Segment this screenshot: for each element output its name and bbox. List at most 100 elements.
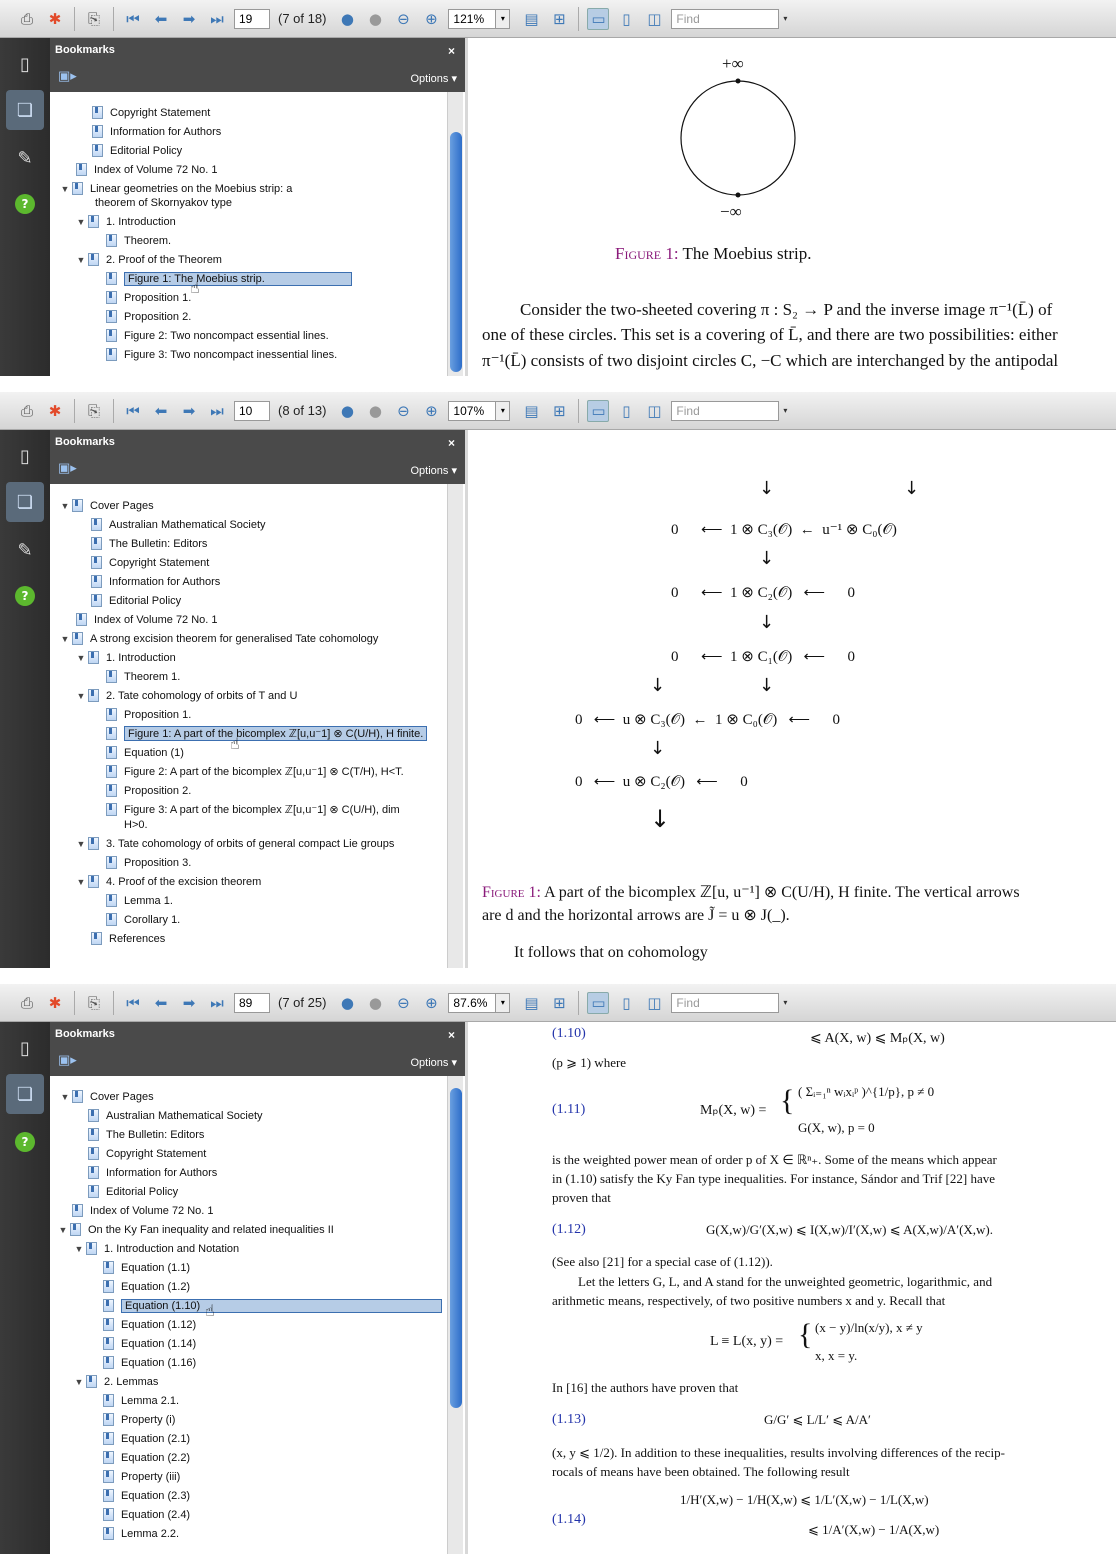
scrollbar-thumb[interactable]	[450, 132, 462, 372]
bookmark-item[interactable]: ▼ 2. Lemmas	[72, 1372, 158, 1391]
zoom-input[interactable]: 107%	[448, 400, 497, 421]
bookmark-item[interactable]: Proposition 2.	[106, 781, 191, 800]
page-number-input[interactable]: 89	[234, 992, 270, 1013]
zoom-dropdown-icon[interactable]: ▾	[496, 400, 511, 421]
pages-icon[interactable]: ▯	[9, 48, 41, 80]
single-page-icon[interactable]: ▭	[587, 399, 610, 422]
find-dropdown-icon[interactable]: ▾	[783, 998, 787, 1007]
expand-triangle-icon[interactable]: ▼	[58, 634, 72, 644]
single-page-icon[interactable]: ▭	[587, 7, 610, 30]
last-page-icon[interactable]: ⏭	[206, 992, 228, 1014]
bookmarks-icon[interactable]: ❏	[6, 90, 44, 130]
bookmark-item[interactable]: ▼ 1. Introduction	[74, 212, 176, 231]
expand-triangle-icon[interactable]: ▼	[74, 877, 88, 887]
bookmark-item[interactable]: Copyright Statement	[92, 103, 210, 122]
bookmark-item[interactable]: Australian Mathematical Society	[88, 1106, 263, 1125]
bookmark-item[interactable]: Theorem 1.	[106, 667, 180, 686]
zoom-out-icon[interactable]: ⊖	[392, 400, 414, 422]
continuous-page-icon[interactable]: ▯	[615, 992, 637, 1014]
pages-icon[interactable]: ▯	[9, 1032, 41, 1064]
zoom-in-icon[interactable]: ⊕	[420, 400, 442, 422]
bookmark-menu-icon[interactable]: ▣▸	[58, 68, 77, 84]
bookmark-item[interactable]: Australian Mathematical Society	[91, 515, 266, 534]
find-input[interactable]: Find	[671, 992, 780, 1013]
bookmark-item[interactable]: Equation (1.16)	[103, 1353, 196, 1372]
expand-triangle-icon[interactable]: ▼	[74, 653, 88, 663]
options-button[interactable]: Options ▾	[411, 1056, 458, 1069]
bookmark-item[interactable]: ▼ 3. Tate cohomology of orbits of general…	[74, 834, 394, 853]
bookmark-item[interactable]: Information for Authors	[91, 572, 220, 591]
bookmark-item[interactable]: Proposition 3.	[106, 853, 191, 872]
bookmark-item[interactable]: Copyright Statement	[88, 1144, 206, 1163]
bookmark-item[interactable]: Information for Authors	[88, 1163, 217, 1182]
bookmark-scrollbar[interactable]	[447, 92, 463, 376]
bookmark-item[interactable]: Equation (2.2)	[103, 1448, 190, 1467]
two-page-icon[interactable]: ◫	[643, 8, 665, 30]
bookmark-item[interactable]: Figure 3: Two noncompact inessential lin…	[106, 345, 337, 364]
bookmark-menu-icon[interactable]: ▣▸	[58, 460, 77, 476]
document-page[interactable]: +∞ −∞ Figure 1: The Moebius strip. Consi…	[465, 38, 1116, 376]
help-icon[interactable]: ?	[9, 580, 41, 612]
bookmark-item[interactable]: Index of Volume 72 No. 1	[76, 160, 218, 179]
bookmark-item-selected[interactable]: Figure 1: The Moebius strip.	[106, 269, 352, 288]
print-icon[interactable]: ⎙	[16, 400, 38, 422]
bookmark-item[interactable]: Equation (1.12)	[103, 1315, 196, 1334]
zoom-dropdown-icon[interactable]: ▾	[496, 8, 511, 29]
find-dropdown-icon[interactable]: ▾	[783, 406, 787, 415]
first-page-icon[interactable]: ⏮	[122, 400, 144, 422]
collaborate-icon[interactable]: ✱	[44, 8, 66, 30]
page-number-input[interactable]: 10	[234, 400, 270, 421]
print-icon[interactable]: ⎙	[16, 992, 38, 1014]
signatures-icon[interactable]: ✎	[9, 534, 41, 566]
find-input[interactable]: Find	[671, 400, 780, 421]
find-input[interactable]: Find	[671, 8, 780, 29]
bookmark-item[interactable]: ▼ 1. Introduction and Notation	[72, 1239, 239, 1258]
expand-triangle-icon[interactable]: ▼	[74, 691, 88, 701]
bookmark-item[interactable]: Property (i)	[103, 1410, 175, 1429]
two-page-icon[interactable]: ◫	[643, 992, 665, 1014]
bookmark-item[interactable]: ▼ Cover Pages	[58, 1087, 154, 1106]
collaborate-icon[interactable]: ✱	[44, 400, 66, 422]
expand-triangle-icon[interactable]: ▼	[58, 184, 72, 194]
bookmark-item[interactable]: The Bulletin: Editors	[88, 1125, 204, 1144]
bookmark-item[interactable]: References	[91, 929, 165, 948]
first-page-icon[interactable]: ⏮	[122, 8, 144, 30]
previous-page-icon[interactable]: ⬅	[150, 8, 172, 30]
last-page-icon[interactable]: ⏭	[206, 400, 228, 422]
bookmark-item-selected[interactable]: Equation (1.10)	[103, 1296, 442, 1315]
bookmark-item[interactable]: Equation (2.3)	[103, 1486, 190, 1505]
previous-page-icon[interactable]: ⬅	[150, 992, 172, 1014]
bookmark-item[interactable]: Copyright Statement	[91, 553, 209, 572]
close-icon[interactable]: ×	[448, 436, 455, 450]
expand-triangle-icon[interactable]: ▼	[72, 1244, 86, 1254]
bookmark-item[interactable]: ▼ A strong excision theorem for generalis…	[58, 629, 378, 648]
fit-width-icon[interactable]: ▤	[520, 400, 542, 422]
share-icon[interactable]: ⎘	[83, 8, 105, 30]
bookmark-item[interactable]: Lemma 2.1.	[103, 1391, 179, 1410]
two-page-icon[interactable]: ◫	[643, 400, 665, 422]
options-button[interactable]: Options ▾	[411, 72, 458, 85]
zoom-out-icon[interactable]: ⊖	[392, 8, 414, 30]
bookmark-item[interactable]: Equation (1.2)	[103, 1277, 190, 1296]
bookmark-scrollbar[interactable]	[447, 484, 463, 968]
bookmark-item[interactable]: Property (iii)	[103, 1467, 180, 1486]
previous-page-icon[interactable]: ⬅	[150, 400, 172, 422]
help-icon[interactable]: ?	[9, 1126, 41, 1158]
page-number-input[interactable]: 19	[234, 8, 270, 29]
bookmark-item[interactable]: ▼ 1. Introduction	[74, 648, 176, 667]
bookmark-item[interactable]: ▼ Cover Pages	[58, 496, 154, 515]
forward-icon[interactable]: ●	[364, 992, 386, 1014]
bookmark-item[interactable]: Editorial Policy	[88, 1182, 178, 1201]
bookmark-item[interactable]: Proposition 1.	[106, 288, 191, 307]
bookmark-item[interactable]: Editorial Policy	[92, 141, 182, 160]
next-page-icon[interactable]: ➡	[178, 8, 200, 30]
bookmark-item[interactable]: Lemma 2.2.	[103, 1524, 179, 1543]
bookmark-item[interactable]: Figure 2: Two noncompact essential lines…	[106, 326, 329, 345]
bookmark-item[interactable]: Equation (1.1)	[103, 1258, 190, 1277]
expand-triangle-icon[interactable]: ▼	[58, 1092, 72, 1102]
bookmark-menu-icon[interactable]: ▣▸	[58, 1052, 77, 1068]
close-icon[interactable]: ×	[448, 44, 455, 58]
bookmark-scrollbar[interactable]	[447, 1076, 463, 1554]
first-page-icon[interactable]: ⏮	[122, 992, 144, 1014]
collaborate-icon[interactable]: ✱	[44, 992, 66, 1014]
